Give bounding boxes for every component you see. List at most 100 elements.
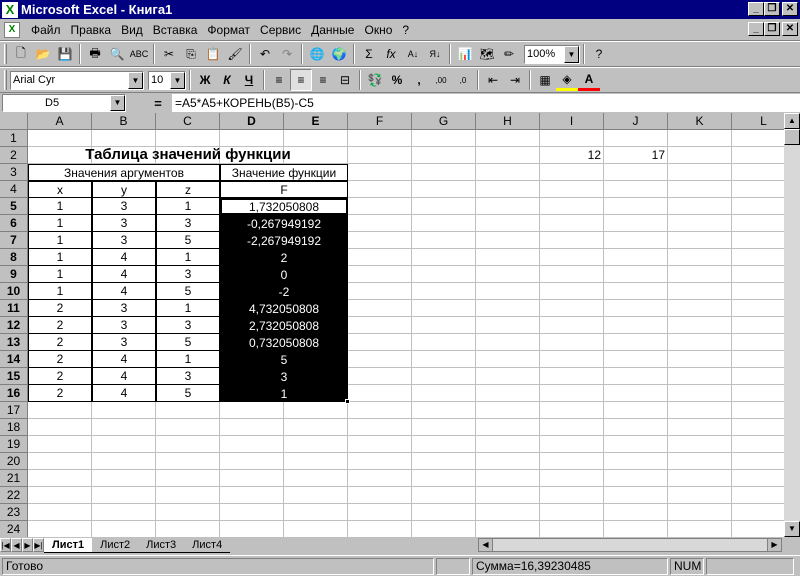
data-cell[interactable]: 4 bbox=[92, 351, 156, 368]
grid-cell[interactable] bbox=[284, 130, 348, 147]
row-header-22[interactable]: 22 bbox=[0, 487, 28, 504]
spelling-icon[interactable]: ABC bbox=[128, 43, 150, 65]
function-value-cell[interactable]: -2 bbox=[220, 283, 348, 300]
grid-cell[interactable] bbox=[476, 317, 540, 334]
row-header-16[interactable]: 16 bbox=[0, 385, 28, 402]
data-cell[interactable]: 3 bbox=[156, 215, 220, 232]
format-painter-icon[interactable]: 🖌 bbox=[224, 43, 246, 65]
select-all-corner[interactable] bbox=[0, 113, 28, 130]
italic-button[interactable]: К bbox=[216, 69, 238, 91]
increase-indent-icon[interactable]: ⇥ bbox=[504, 69, 526, 91]
data-cell[interactable]: 3 bbox=[92, 215, 156, 232]
fill-handle[interactable] bbox=[345, 399, 350, 404]
menu-format[interactable]: Формат bbox=[202, 23, 255, 37]
grid-cell[interactable] bbox=[604, 249, 668, 266]
grid-cell[interactable] bbox=[412, 351, 476, 368]
grid-cell[interactable] bbox=[668, 368, 732, 385]
function-value-cell[interactable]: 0,732050808 bbox=[220, 334, 348, 351]
function-value-cell[interactable]: 1 bbox=[220, 385, 348, 402]
data-cell[interactable]: 4 bbox=[92, 266, 156, 283]
currency-icon[interactable]: 💱 bbox=[364, 69, 386, 91]
column-header-f[interactable]: F bbox=[348, 113, 412, 130]
cut-icon[interactable]: ✂ bbox=[158, 43, 180, 65]
data-cell[interactable]: 3 bbox=[92, 232, 156, 249]
grid-cell[interactable] bbox=[540, 385, 604, 402]
font-size-combo[interactable]: 10 ▼ bbox=[148, 70, 186, 90]
grid-cell[interactable] bbox=[348, 504, 412, 521]
grid-cell[interactable] bbox=[412, 147, 476, 164]
grid-cell[interactable] bbox=[412, 164, 476, 181]
grid-cell[interactable] bbox=[412, 453, 476, 470]
new-file-icon[interactable]: 🗋 bbox=[10, 43, 32, 65]
grid-cell[interactable] bbox=[412, 487, 476, 504]
row-header-5[interactable]: 5 bbox=[0, 198, 28, 215]
grid-cell[interactable] bbox=[476, 351, 540, 368]
grid-cell[interactable] bbox=[668, 436, 732, 453]
grid-cell[interactable] bbox=[604, 504, 668, 521]
grid-cell[interactable] bbox=[92, 402, 156, 419]
grid-cell[interactable] bbox=[156, 521, 220, 537]
grid-cell[interactable] bbox=[668, 470, 732, 487]
chevron-down-icon[interactable]: ▼ bbox=[128, 71, 143, 89]
grid-cell[interactable] bbox=[604, 334, 668, 351]
percent-button[interactable]: % bbox=[386, 69, 408, 91]
open-folder-icon[interactable]: 📂 bbox=[32, 43, 54, 65]
data-cell[interactable]: 3 bbox=[92, 317, 156, 334]
column-header-i[interactable]: I bbox=[540, 113, 604, 130]
grid-cell[interactable] bbox=[348, 436, 412, 453]
align-left-icon[interactable]: ≡ bbox=[268, 69, 290, 91]
grid-cell[interactable] bbox=[604, 436, 668, 453]
grid-cell[interactable] bbox=[668, 215, 732, 232]
grid-cell[interactable] bbox=[348, 181, 412, 198]
column-header-j[interactable]: J bbox=[604, 113, 668, 130]
function-value-cell[interactable]: 2,732050808 bbox=[220, 317, 348, 334]
grid-cell[interactable] bbox=[476, 419, 540, 436]
data-cell[interactable]: 1 bbox=[28, 249, 92, 266]
tab-sheet1[interactable]: Лист1 bbox=[44, 537, 93, 553]
grid-cell[interactable] bbox=[540, 249, 604, 266]
borders-icon[interactable]: ▦ bbox=[534, 69, 556, 91]
grid-cell[interactable] bbox=[412, 317, 476, 334]
scroll-left-icon[interactable]: ◀ bbox=[479, 539, 493, 551]
grid-cell[interactable] bbox=[92, 487, 156, 504]
grid-cell[interactable] bbox=[540, 470, 604, 487]
grid-cell[interactable] bbox=[476, 181, 540, 198]
tab-sheet3[interactable]: Лист3 bbox=[138, 538, 185, 553]
grid-cell[interactable] bbox=[412, 385, 476, 402]
grid-cell[interactable] bbox=[348, 317, 412, 334]
grid-cell[interactable] bbox=[284, 521, 348, 537]
grid-cell[interactable] bbox=[540, 317, 604, 334]
cell-i2[interactable]: 12 bbox=[540, 147, 601, 164]
grid-cell[interactable] bbox=[348, 130, 412, 147]
row-header-13[interactable]: 13 bbox=[0, 334, 28, 351]
paste-icon[interactable]: 📋 bbox=[202, 43, 224, 65]
grid-cell[interactable] bbox=[604, 419, 668, 436]
row-header-4[interactable]: 4 bbox=[0, 181, 28, 198]
menu-data[interactable]: Данные bbox=[306, 23, 359, 37]
grid-cell[interactable] bbox=[476, 215, 540, 232]
prev-sheet-icon[interactable]: ◀ bbox=[11, 538, 22, 552]
grid-cell[interactable] bbox=[604, 368, 668, 385]
grid-cell[interactable] bbox=[668, 147, 732, 164]
grid-cell[interactable] bbox=[668, 300, 732, 317]
grid-cell[interactable] bbox=[28, 470, 92, 487]
grid-cell[interactable] bbox=[348, 300, 412, 317]
function-value-cell[interactable]: 4,732050808 bbox=[220, 300, 348, 317]
data-cell[interactable]: 5 bbox=[156, 232, 220, 249]
data-cell[interactable]: 1 bbox=[156, 198, 220, 215]
grid-cell[interactable] bbox=[220, 453, 284, 470]
grid-cell[interactable] bbox=[668, 130, 732, 147]
grid-cell[interactable] bbox=[540, 181, 604, 198]
grid-cell[interactable] bbox=[476, 368, 540, 385]
data-cell[interactable]: 1 bbox=[28, 198, 92, 215]
data-cell[interactable]: 5 bbox=[156, 385, 220, 402]
chart-wizard-icon[interactable]: 📊 bbox=[454, 43, 476, 65]
grid-cell[interactable] bbox=[476, 436, 540, 453]
grid-cell[interactable] bbox=[412, 215, 476, 232]
grid-cell[interactable] bbox=[668, 487, 732, 504]
grid-cell[interactable] bbox=[220, 470, 284, 487]
data-cell[interactable]: 4 bbox=[92, 283, 156, 300]
grid-cell[interactable] bbox=[668, 453, 732, 470]
menu-edit[interactable]: Правка bbox=[66, 23, 117, 37]
grid-cell[interactable] bbox=[668, 249, 732, 266]
